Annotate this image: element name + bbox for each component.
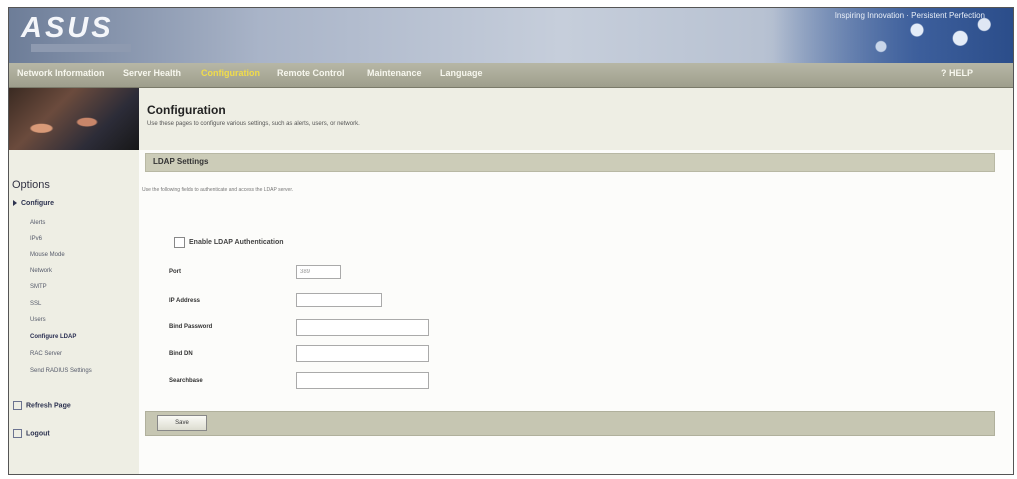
enable-ldap-checkbox[interactable] — [174, 237, 185, 248]
page-description: Use these pages to configure various set… — [147, 121, 360, 127]
nav-language[interactable]: Language — [440, 68, 483, 78]
logout-label: Logout — [26, 430, 50, 438]
enable-ldap-label: Enable LDAP Authentication — [189, 239, 284, 246]
searchbase-field[interactable] — [296, 372, 429, 389]
ip-address-label: IP Address — [169, 298, 201, 304]
port-field[interactable] — [296, 265, 341, 279]
app-window: ASUS Inspiring Innovation · Persistent P… — [8, 7, 1014, 475]
expand-arrow-icon — [13, 200, 17, 207]
searchbase-label: Searchbase — [169, 378, 203, 384]
asus-logo: ASUS — [21, 12, 114, 44]
save-button[interactable]: Save — [157, 415, 207, 431]
refresh-page-link[interactable]: Refresh Page — [13, 401, 71, 410]
sidebar-item-network[interactable]: Network — [30, 268, 52, 274]
refresh-page-label: Refresh Page — [26, 402, 71, 410]
bind-password-field[interactable] — [296, 319, 429, 336]
section-title: LDAP Settings — [153, 157, 209, 166]
main-content: LDAP Settings Use the following fields t… — [139, 150, 1013, 474]
nav-configuration[interactable]: Configuration — [201, 68, 260, 78]
logout-icon — [13, 429, 22, 438]
refresh-icon — [13, 401, 22, 410]
nav-maintenance[interactable]: Maintenance — [367, 68, 422, 78]
sidebar-item-users[interactable]: Users — [30, 317, 46, 323]
nav-server-health[interactable]: Server Health — [123, 68, 181, 78]
page-title: Configuration — [147, 103, 226, 117]
header-graphic: Inspiring Innovation · Persistent Perfec… — [773, 8, 1013, 63]
header-tagline: Inspiring Innovation · Persistent Perfec… — [834, 11, 985, 20]
banner-photo — [9, 88, 139, 150]
sidebar-item-send-radius-settings[interactable]: Send RADIUS Settings — [30, 368, 92, 374]
sidebar-item-ipv6[interactable]: IPv6 — [30, 236, 42, 242]
sidebar: Options Configure Alerts IPv6 Mouse Mode… — [9, 150, 139, 474]
section-header: LDAP Settings — [145, 153, 995, 172]
instructions-text: Use the following fields to authenticate… — [142, 187, 294, 193]
logo-underline — [31, 44, 131, 52]
sidebar-configure-label: Configure — [21, 200, 55, 207]
sidebar-item-mouse-mode[interactable]: Mouse Mode — [30, 252, 65, 258]
sidebar-item-configure-ldap[interactable]: Configure LDAP — [30, 334, 76, 340]
bind-dn-label: Bind DN — [169, 351, 193, 357]
action-bar: Save — [145, 411, 995, 436]
page-banner: Configuration Use these pages to configu… — [9, 88, 1013, 150]
sidebar-item-alerts[interactable]: Alerts — [30, 220, 45, 226]
nav-remote-control[interactable]: Remote Control — [277, 68, 345, 78]
sidebar-configure[interactable]: Configure — [13, 200, 54, 207]
bind-password-label: Bind Password — [169, 324, 213, 330]
header-banner: ASUS Inspiring Innovation · Persistent P… — [9, 8, 1013, 63]
nav-network-information[interactable]: Network Information — [17, 68, 105, 78]
sidebar-heading: Options — [12, 179, 50, 191]
port-label: Port — [169, 269, 181, 275]
sidebar-item-ssl[interactable]: SSL — [30, 301, 41, 307]
bind-dn-field[interactable] — [296, 345, 429, 362]
enable-ldap-row[interactable]: Enable LDAP Authentication — [174, 237, 284, 248]
top-nav: Network Information Server Health Config… — [9, 63, 1013, 88]
help-link[interactable]: ? HELP — [941, 68, 973, 78]
ip-address-field[interactable] — [296, 293, 382, 307]
sidebar-item-smtp[interactable]: SMTP — [30, 284, 47, 290]
sidebar-item-rac-server[interactable]: RAC Server — [30, 351, 62, 357]
logout-link[interactable]: Logout — [13, 429, 50, 438]
